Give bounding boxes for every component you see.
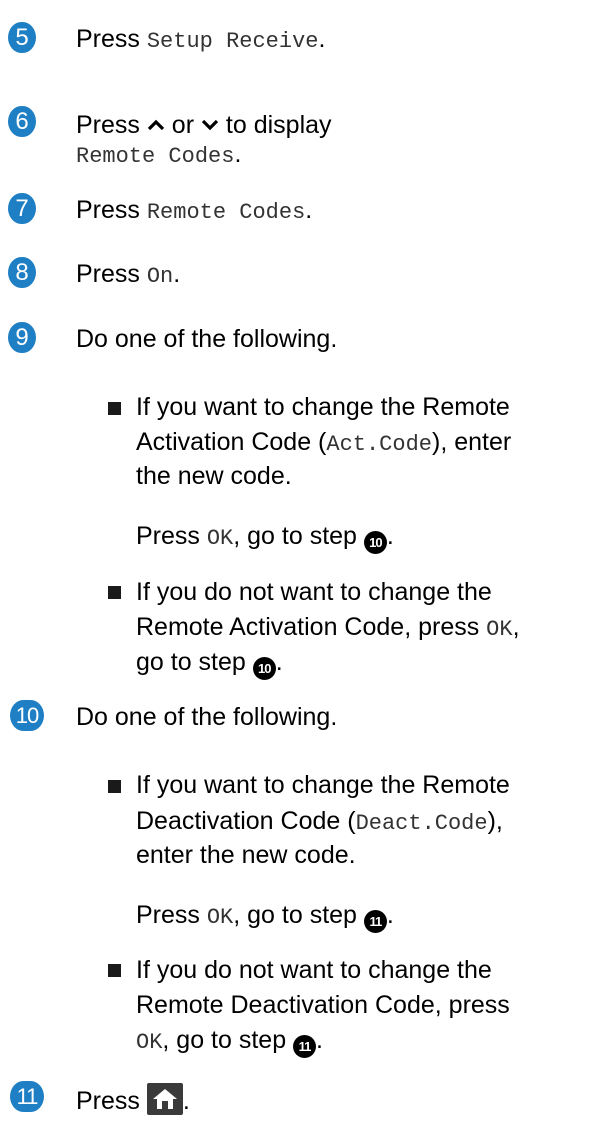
step-text: Press On.	[76, 260, 181, 289]
bullet-square-icon	[108, 402, 121, 415]
chevron-down-icon	[201, 108, 219, 138]
menu-code: OK	[136, 1030, 163, 1055]
bullet-text: Press OK, go to step 11.	[136, 900, 394, 933]
step-number-badge: 10	[10, 700, 44, 731]
step-number-badge: 5	[8, 22, 36, 53]
step-text-cont: Remote Codes.	[76, 140, 242, 169]
step-text: Do one of the following.	[76, 703, 338, 731]
step-text: Press or to display	[76, 108, 332, 140]
bullet-text: go to step 10.	[136, 647, 283, 680]
menu-code: Remote Codes	[146, 200, 306, 225]
bullet-square-icon	[108, 586, 121, 599]
step-text: Press .	[76, 1083, 190, 1116]
step-number-badge: 8	[8, 257, 36, 288]
step-number-badge: 6	[8, 106, 36, 137]
menu-code: Remote Codes	[76, 144, 235, 169]
bullet-text: Deactivation Code (Deact.Code),	[136, 807, 503, 836]
menu-code: OK	[486, 617, 513, 642]
step-number-badge: 11	[10, 1081, 44, 1112]
bullet-text: enter the new code.	[136, 841, 356, 869]
bullet-text: OK, go to step 11.	[136, 1025, 323, 1058]
bullet-text: If you want to change the Remote	[136, 393, 510, 421]
step-text: Press Setup Receive.	[76, 25, 326, 54]
menu-code: Deact.Code	[355, 811, 488, 836]
step-reference-badge: 10	[252, 657, 276, 680]
step-number-badge: 9	[8, 322, 36, 353]
bullet-text: If you do not want to change the	[136, 578, 492, 606]
step-reference-badge: 11	[363, 910, 387, 933]
bullet-text: Activation Code (Act.Code), enter	[136, 428, 512, 457]
menu-code: On	[146, 264, 174, 289]
bullet-text: If you do not want to change the	[136, 956, 492, 984]
chevron-up-icon	[147, 108, 165, 138]
menu-code: Act.Code	[326, 432, 432, 457]
step-reference-badge: 11	[293, 1035, 317, 1058]
step-reference-badge: 10	[363, 531, 387, 554]
step-text: Do one of the following.	[76, 325, 338, 353]
step-text: Press Remote Codes.	[76, 196, 313, 225]
bullet-text: If you want to change the Remote	[136, 771, 510, 799]
step-number-badge: 7	[8, 193, 36, 224]
bullet-text: Remote Deactivation Code, press	[136, 991, 510, 1019]
bullet-square-icon	[108, 780, 121, 793]
menu-code: OK	[206, 526, 234, 551]
menu-code: Setup Receive	[146, 29, 319, 54]
menu-code: OK	[206, 905, 234, 930]
home-icon	[146, 1083, 183, 1115]
bullet-square-icon	[108, 964, 121, 977]
bullet-text: the new code.	[136, 462, 292, 490]
bullet-text: Remote Activation Code, press OK,	[136, 613, 520, 642]
bullet-text: Press OK, go to step 10.	[136, 521, 394, 554]
